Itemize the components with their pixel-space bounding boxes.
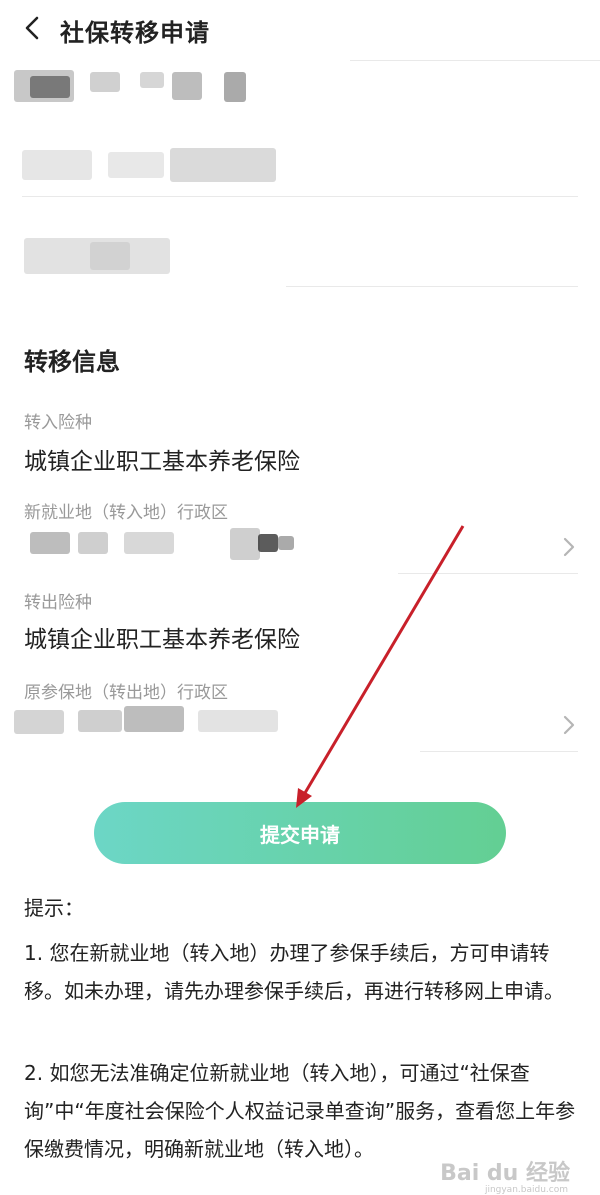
tip-item-2: 2. 如您无法准确定位新就业地（转入地），可通过“社保查询”中“年度社会保险个人… bbox=[24, 1061, 576, 1161]
row-divider bbox=[420, 751, 578, 752]
row-divider bbox=[22, 196, 578, 197]
row-divider bbox=[398, 573, 578, 574]
out-type-label: 转出险种 bbox=[24, 593, 92, 613]
tips-title: 提示： bbox=[24, 896, 84, 920]
back-arrow-icon[interactable] bbox=[18, 14, 46, 42]
in-type-label: 转入险种 bbox=[24, 413, 92, 433]
baidu-watermark: Bai du 经验 bbox=[440, 1161, 570, 1186]
tip-item-1: 1. 您在新就业地（转入地）办理了参保手续后，方可申请转移。如未办理，请先办理参… bbox=[24, 941, 564, 1003]
submit-button[interactable]: 提交申请 bbox=[94, 802, 506, 864]
orig-region-selector[interactable] bbox=[0, 700, 600, 752]
in-type-value: 城镇企业职工基本养老保险 bbox=[24, 449, 300, 475]
header-divider bbox=[350, 60, 600, 61]
chevron-right-icon bbox=[563, 537, 575, 557]
top-bar: 社保转移申请 bbox=[0, 0, 600, 56]
new-region-selector[interactable] bbox=[0, 520, 600, 574]
chevron-right-icon bbox=[563, 715, 575, 735]
out-type-value: 城镇企业职工基本养老保险 bbox=[24, 627, 300, 653]
baidu-watermark-url: jingyan.baidu.com bbox=[484, 1185, 568, 1195]
section-title-transfer-info: 转移信息 bbox=[24, 348, 120, 376]
row-divider bbox=[286, 286, 578, 287]
page-title: 社保转移申请 bbox=[60, 19, 210, 47]
